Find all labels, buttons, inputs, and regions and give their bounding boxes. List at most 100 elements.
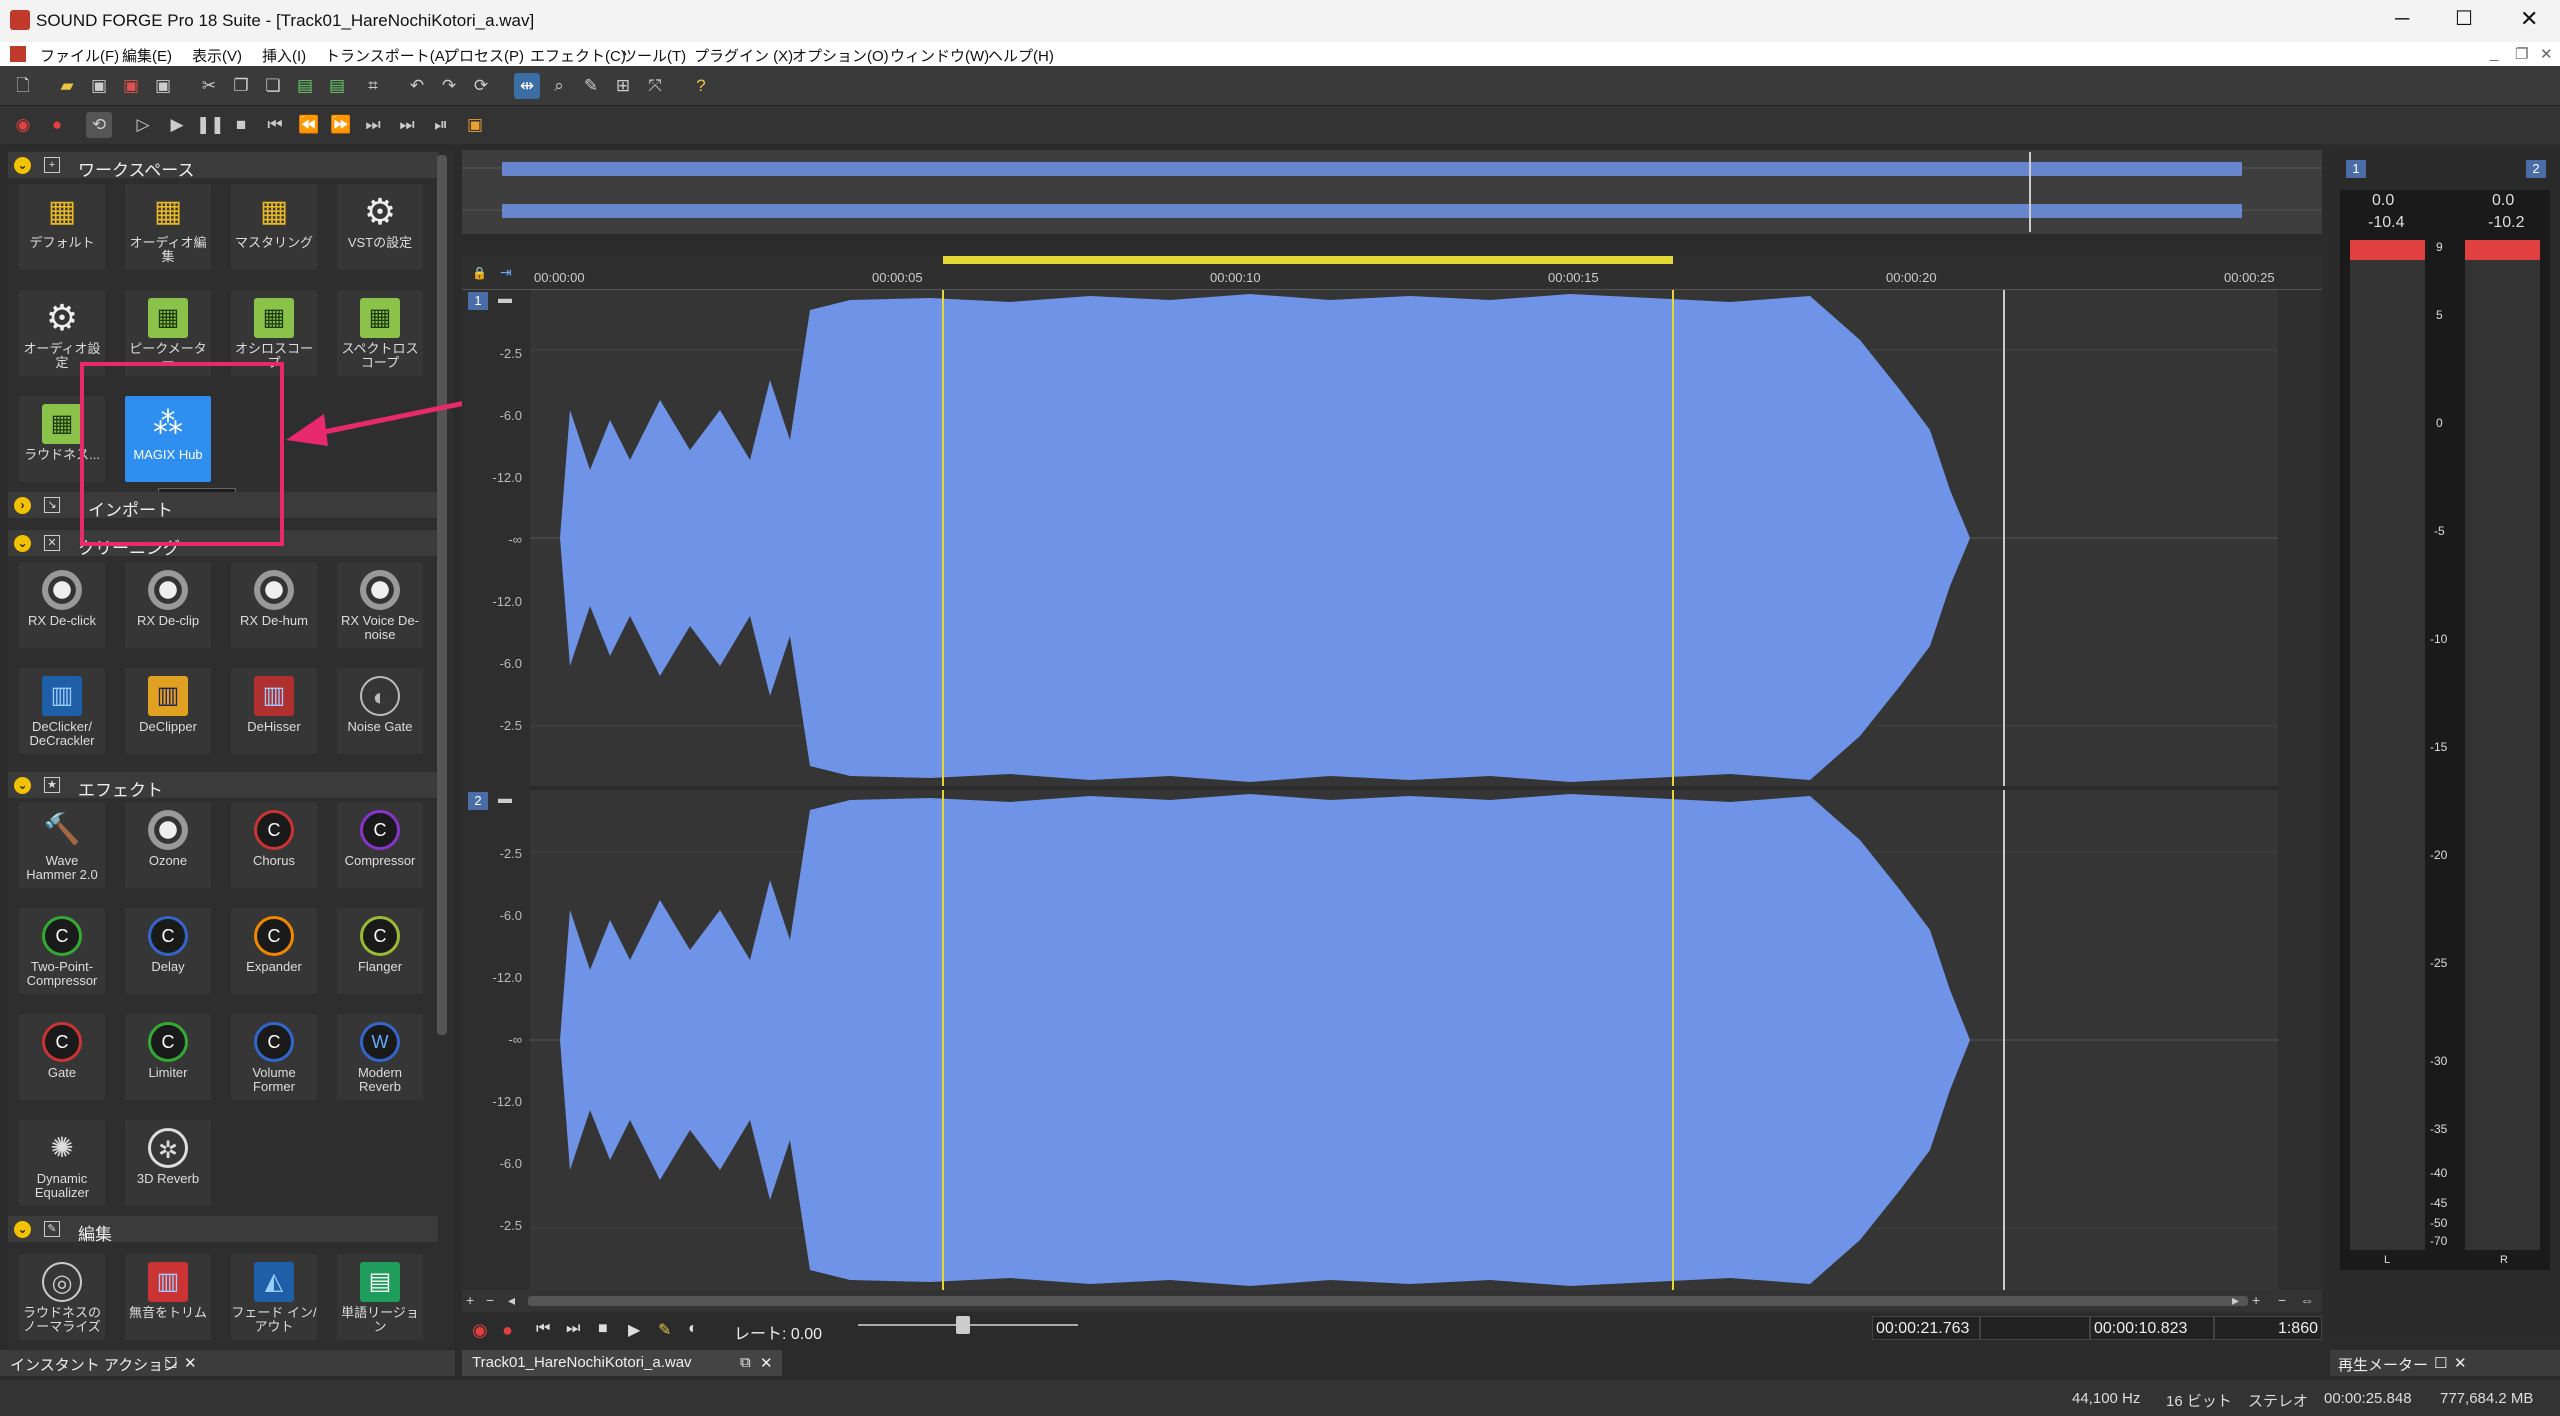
play-icon[interactable]: ▶: [164, 112, 190, 138]
vertical-scroll-area[interactable]: [2278, 290, 2322, 1290]
go-start-icon[interactable]: ⏮: [262, 112, 288, 138]
panel-toggle-icon[interactable]: +: [44, 157, 60, 173]
selection-length[interactable]: 00:00:10.823: [2090, 1316, 2214, 1340]
float-icon[interactable]: ☐: [164, 1354, 177, 1372]
effect-flanger[interactable]: C Flanger: [337, 908, 423, 994]
new-file-icon[interactable]: 🗋: [10, 73, 36, 99]
help-icon[interactable]: ?: [688, 73, 714, 99]
menu-help[interactable]: ヘルプ(H): [988, 45, 1054, 66]
save-as-icon[interactable]: ▣: [118, 73, 144, 99]
fast-forward-icon[interactable]: ⏭: [360, 112, 386, 138]
loop-icon[interactable]: ◐: [688, 1320, 698, 1338]
effect-rx-declip[interactable]: RX De-clip: [125, 562, 211, 648]
section-edit[interactable]: ⌄ ✎ 編集: [8, 1216, 438, 1244]
maximize-icon[interactable]: ☐: [2455, 6, 2473, 31]
pause-icon[interactable]: ❚❚: [196, 112, 225, 138]
menu-options[interactable]: オプション(O): [792, 45, 889, 66]
menu-transport[interactable]: トランスポート(A): [325, 45, 450, 66]
panel-scrollbar[interactable]: [437, 155, 447, 1035]
close-icon[interactable]: ✕: [2520, 6, 2538, 32]
scroll-left-icon[interactable]: ◂: [508, 1292, 515, 1309]
close-icon[interactable]: ✕: [2454, 1354, 2467, 1372]
next-icon[interactable]: ⏯: [428, 112, 454, 138]
paste-new-icon[interactable]: ▤: [324, 73, 350, 99]
record-icon[interactable]: ●: [502, 1320, 513, 1341]
effect-volume-former[interactable]: C Volume Former: [231, 1014, 317, 1100]
panel-toggle-icon[interactable]: ✎: [44, 1221, 60, 1237]
event-tool-icon[interactable]: ⊞: [610, 73, 636, 99]
effect-modern-reverb[interactable]: W Modern Reverb: [337, 1014, 423, 1100]
minimize-icon[interactable]: ─: [2395, 8, 2409, 31]
zoom-out-icon[interactable]: −: [486, 1292, 494, 1308]
zoom-in-icon[interactable]: +: [466, 1292, 474, 1308]
record-arm-icon[interactable]: ◉: [472, 1320, 488, 1341]
save-icon[interactable]: ▣: [86, 73, 112, 99]
rate-slider-thumb[interactable]: [956, 1316, 970, 1334]
menu-process[interactable]: プロセス(P): [444, 45, 524, 66]
waveform-channel-1[interactable]: [530, 290, 2278, 786]
marker-icon[interactable]: ▣: [462, 112, 488, 138]
close-icon[interactable]: ✕: [760, 1354, 773, 1372]
close-icon[interactable]: ✕: [184, 1354, 197, 1372]
horizontal-scrollbar[interactable]: + − ◂ ▸ + − ⇔: [462, 1290, 2322, 1312]
document-tab[interactable]: Track01_HareNochiKotori_a.wav ⧉ ✕: [462, 1350, 782, 1376]
float-icon[interactable]: ⧉: [740, 1354, 751, 1371]
panel-toggle-icon[interactable]: ✕: [44, 535, 60, 551]
effect-chorus[interactable]: C Chorus: [231, 802, 317, 888]
waveform-channel-2[interactable]: [530, 790, 2278, 1290]
meter-tab[interactable]: 再生メーター ☐ ✕: [2330, 1350, 2560, 1376]
effect-gate[interactable]: C Gate: [19, 1014, 105, 1100]
menu-plugins[interactable]: プラグイン (X): [694, 45, 793, 66]
edit-tool-icon[interactable]: ⇹: [514, 73, 540, 99]
effect-rx-declick[interactable]: RX De-click: [19, 562, 105, 648]
rewind-icon[interactable]: ⏪: [296, 112, 322, 138]
menu-window[interactable]: ウィンドウ(W): [890, 45, 989, 66]
panel-toggle-icon[interactable]: ↘: [44, 497, 60, 513]
effect-dehisser[interactable]: ▥ DeHisser: [231, 668, 317, 754]
effect-rx-dehum[interactable]: RX De-hum: [231, 562, 317, 648]
crop-icon[interactable]: ⌗: [360, 73, 386, 99]
effect-ozone[interactable]: Ozone: [125, 802, 211, 888]
workspace-default[interactable]: ▦ デフォルト: [19, 184, 105, 270]
record-icon[interactable]: ●: [44, 112, 70, 138]
mdi-close-icon[interactable]: ✕: [2540, 45, 2553, 63]
chevron-down-icon[interactable]: ⌄: [14, 1221, 31, 1238]
zoom-ratio[interactable]: 1:860: [2214, 1316, 2322, 1340]
collapse-icon[interactable]: ▬: [498, 290, 512, 306]
mdi-restore-icon[interactable]: ❐: [2515, 45, 2528, 63]
pencil-tool-icon[interactable]: ✎: [578, 73, 604, 99]
section-effects[interactable]: ⌄ ★ エフェクト: [8, 772, 438, 800]
cursor-position[interactable]: 00:00:21.763: [1872, 1316, 1980, 1340]
scroll-thumb[interactable]: [528, 1296, 2248, 1306]
play-all-icon[interactable]: ▷: [130, 112, 156, 138]
effect-two-point-compressor[interactable]: C Two-Point-Compressor: [19, 908, 105, 994]
stop-icon[interactable]: ■: [598, 1320, 608, 1338]
selection-start-field[interactable]: [1980, 1316, 2090, 1340]
stop-icon[interactable]: ■: [228, 112, 254, 138]
cut-icon[interactable]: ✂: [196, 73, 222, 99]
chevron-down-icon[interactable]: ⌄: [14, 157, 31, 174]
effect-rx-voice-denoise[interactable]: RX Voice De-noise: [337, 562, 423, 648]
paste-icon[interactable]: ❏: [260, 73, 286, 99]
overview-waveform[interactable]: [462, 150, 2322, 234]
effect-3d-reverb[interactable]: ✲ 3D Reverb: [125, 1120, 211, 1206]
forward-icon[interactable]: ⏩: [328, 112, 354, 138]
scroll-right-icon[interactable]: ▸: [2232, 1292, 2239, 1309]
edit-fade[interactable]: ◭ フェード イン/アウト: [231, 1254, 317, 1340]
effect-declipper[interactable]: ▥ DeClipper: [125, 668, 211, 754]
play-icon[interactable]: ▶: [628, 1320, 640, 1340]
section-workspace[interactable]: ⌄ + ワークスペース: [8, 152, 438, 180]
mix-icon[interactable]: ▤: [292, 73, 318, 99]
edit-loudness-normalize[interactable]: ◎ ラウドネスのノーマライズ: [19, 1254, 105, 1340]
mdi-minimize-icon[interactable]: _: [2490, 45, 2498, 62]
save-all-icon[interactable]: ▣: [150, 73, 176, 99]
effect-limiter[interactable]: C Limiter: [125, 1014, 211, 1100]
vzoom-in-icon[interactable]: +: [2252, 1292, 2260, 1308]
chevron-down-icon[interactable]: ⌄: [14, 535, 31, 552]
go-start-icon[interactable]: ⏮: [536, 1320, 550, 1338]
snap-icon[interactable]: ⇥: [500, 264, 512, 281]
edit-word-regions[interactable]: ▤ 単語リージョン: [337, 1254, 423, 1340]
go-end-icon[interactable]: ⏭: [566, 1320, 580, 1338]
edit-trim-silence[interactable]: ▥ 無音をトリム: [125, 1254, 211, 1340]
effect-declicker[interactable]: ▥ DeClicker/ DeCrackler: [19, 668, 105, 754]
